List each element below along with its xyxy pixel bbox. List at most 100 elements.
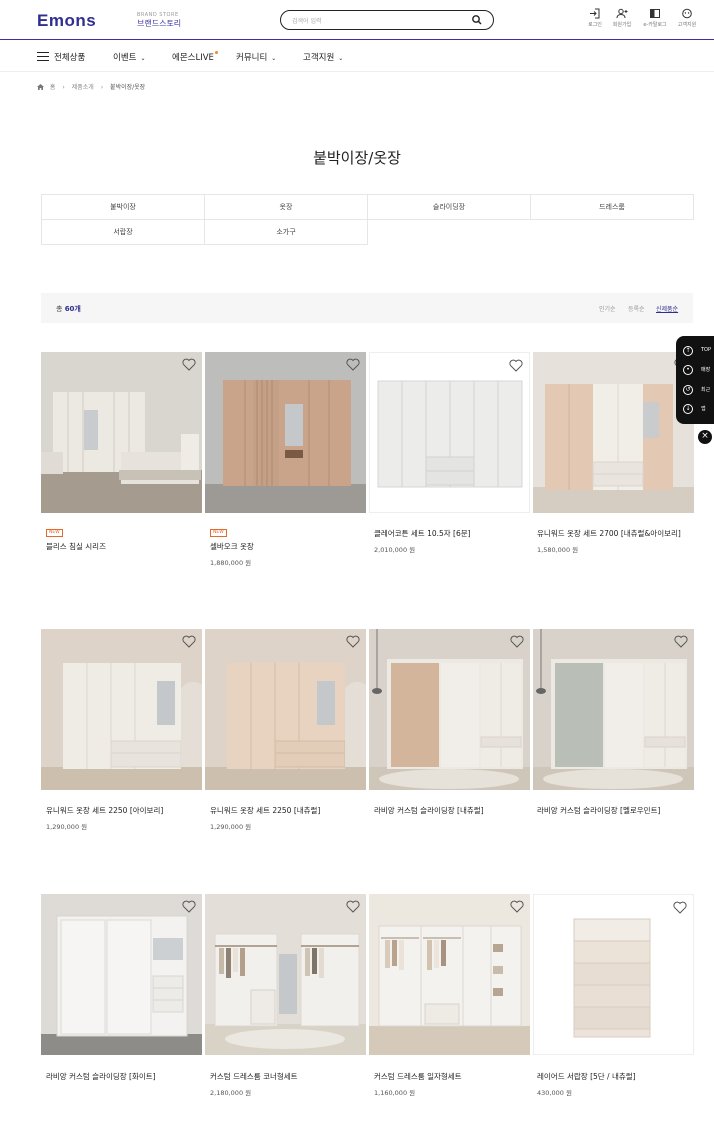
nav-label: 이벤트: [113, 53, 137, 63]
nav-label: 커뮤니티: [236, 53, 268, 63]
total-number: 60개: [64, 305, 81, 313]
product-image[interactable]: [41, 352, 202, 513]
heart-icon[interactable]: [346, 900, 360, 913]
arrow-down-icon: ↓: [683, 404, 693, 414]
heart-icon[interactable]: [346, 635, 360, 648]
heart-icon[interactable]: [182, 900, 196, 913]
product-image[interactable]: [533, 352, 694, 513]
search-box[interactable]: 검색어 입력: [280, 10, 494, 30]
product-name[interactable]: 유니워드 옷장 세트 2700 [내츄럴&아이보리]: [537, 528, 681, 539]
breadcrumb-current: 붙박이장/옷장: [110, 84, 146, 91]
nav-all-products[interactable]: 전체상품: [54, 51, 85, 63]
product-price: 1,580,000 원: [537, 546, 579, 554]
product-image[interactable]: [369, 894, 530, 1055]
product-name[interactable]: 클레어코튼 세트 10.5자 [6문]: [374, 528, 471, 539]
search-icon[interactable]: [471, 14, 483, 26]
category-wardrobe[interactable]: 옷장: [204, 194, 368, 220]
heart-icon[interactable]: [182, 358, 196, 371]
breadcrumb: 홈 › 제품소개 › 붙박이장/옷장: [37, 82, 145, 91]
login-button[interactable]: 로그인: [580, 8, 610, 28]
sort-registered[interactable]: 등록순: [628, 304, 645, 313]
search-input[interactable]: 검색어 입력: [292, 16, 322, 25]
nav-community[interactable]: 커뮤니티 ⌄: [236, 51, 276, 63]
product-name[interactable]: 라비앙 커스텀 슬라이딩장 [내츄럴]: [374, 805, 484, 816]
category-built-in[interactable]: 붙박이장: [41, 194, 205, 220]
nav-emons-live[interactable]: 에몬스LIVE: [172, 51, 218, 63]
category-drawer[interactable]: 서랍장: [41, 219, 205, 245]
heart-icon[interactable]: [674, 635, 688, 648]
chevron-down-icon: ⌄: [271, 55, 277, 62]
product-name[interactable]: 셀바오크 옷장: [210, 541, 254, 552]
product-image[interactable]: [41, 894, 202, 1055]
heart-icon[interactable]: [346, 358, 360, 371]
nav-support[interactable]: 고객지원 ⌄: [303, 51, 343, 63]
menu-icon[interactable]: [37, 52, 49, 61]
bedroom-wardrobe-image: [41, 352, 202, 513]
dressroom-straight-image: [369, 894, 530, 1055]
list-toolbar: 총 60개 인기순 등록순 신제품순: [41, 293, 693, 323]
breadcrumb-separator: ›: [100, 84, 104, 91]
store-button[interactable]: • 매장: [683, 363, 713, 377]
heart-icon[interactable]: [510, 900, 524, 913]
total-prefix: 총: [56, 305, 63, 313]
close-icon[interactable]: ×: [698, 430, 712, 444]
ivory-wardrobe-image: [41, 629, 202, 790]
nav-label: 고객지원: [303, 53, 335, 63]
sliding-mint-image: [533, 629, 694, 790]
location-icon: •: [683, 365, 693, 375]
nav-event[interactable]: 이벤트 ⌄: [113, 51, 146, 63]
heart-icon[interactable]: [510, 635, 524, 648]
signup-icon: [616, 8, 628, 19]
quick-menu-label: 앱: [701, 406, 706, 412]
chevron-down-icon: ⌄: [338, 55, 344, 62]
product-name[interactable]: 유니워드 옷장 세트 2250 [내츄럴]: [210, 805, 320, 816]
product-name[interactable]: 커스텀 드레스룸 일자형세트: [374, 1071, 462, 1082]
natural-ivory-wardrobe-image: [533, 352, 694, 513]
product-image[interactable]: [533, 894, 694, 1055]
oak-wardrobe-image: [205, 352, 366, 513]
product-name[interactable]: 라비앙 커스텀 슬라이딩장 [멜로우민트]: [537, 805, 660, 816]
heart-icon[interactable]: [509, 359, 523, 372]
product-image[interactable]: [533, 629, 694, 790]
product-image[interactable]: [205, 352, 366, 513]
heart-icon[interactable]: [673, 901, 687, 914]
signup-button[interactable]: 회원가입: [607, 8, 637, 28]
main-nav: 전체상품 이벤트 ⌄ 에몬스LIVE 커뮤니티 ⌄ 고객지원 ⌄: [0, 40, 714, 72]
breadcrumb-home[interactable]: 홈: [50, 84, 56, 91]
product-name[interactable]: 커스텀 드레스룸 코너형세트: [210, 1071, 298, 1082]
brand-label: 브랜드스토리: [137, 19, 182, 28]
product-name[interactable]: 라비앙 커스텀 슬라이딩장 [화이트]: [46, 1071, 156, 1082]
brand-small-label: BRAND STORE: [137, 12, 179, 18]
login-icon: [590, 8, 600, 19]
product-image[interactable]: [205, 629, 366, 790]
category-small-furniture[interactable]: 소가구: [204, 219, 368, 245]
product-name[interactable]: 레이어드 서랍장 [5단 / 내츄럴]: [537, 1071, 636, 1082]
sort-newest[interactable]: 신제품순: [656, 304, 678, 313]
top-button[interactable]: ↑ TOP: [683, 344, 713, 358]
product-image[interactable]: [369, 629, 530, 790]
sort-popular[interactable]: 인기순: [599, 304, 616, 313]
logo[interactable]: Emons: [37, 11, 96, 31]
breadcrumb-products[interactable]: 제품소개: [72, 84, 94, 91]
breadcrumb-separator: ›: [62, 84, 65, 91]
heart-icon[interactable]: [182, 635, 196, 648]
util-label: e-카탈로그: [643, 22, 667, 28]
support-icon: [682, 8, 692, 19]
support-button[interactable]: 고객지원: [672, 8, 702, 28]
quick-menu-panel: ↑ TOP • 매장 ↺ 최근 ↓ 앱: [676, 336, 714, 424]
app-button[interactable]: ↓ 앱: [683, 402, 713, 416]
category-dressroom[interactable]: 드레스룸: [530, 194, 694, 220]
product-image[interactable]: [205, 894, 366, 1055]
catalog-icon: [650, 9, 660, 18]
product-image[interactable]: [41, 629, 202, 790]
nav-label: 에몬스LIVE: [172, 53, 214, 63]
category-sliding[interactable]: 슬라이딩장: [367, 194, 531, 220]
brand-story-link[interactable]: BRAND STORE 브랜드스토리: [137, 12, 181, 29]
product-name[interactable]: 유니워드 옷장 세트 2250 [아이보리]: [46, 805, 163, 816]
product-name[interactable]: 블리스 침실 시리즈: [46, 541, 106, 552]
home-icon[interactable]: [37, 84, 44, 90]
product-image[interactable]: [369, 352, 530, 513]
white-wardrobe-image: [370, 353, 529, 512]
recent-button[interactable]: ↺ 최근: [683, 383, 713, 397]
catalog-button[interactable]: e-카탈로그: [640, 8, 670, 28]
